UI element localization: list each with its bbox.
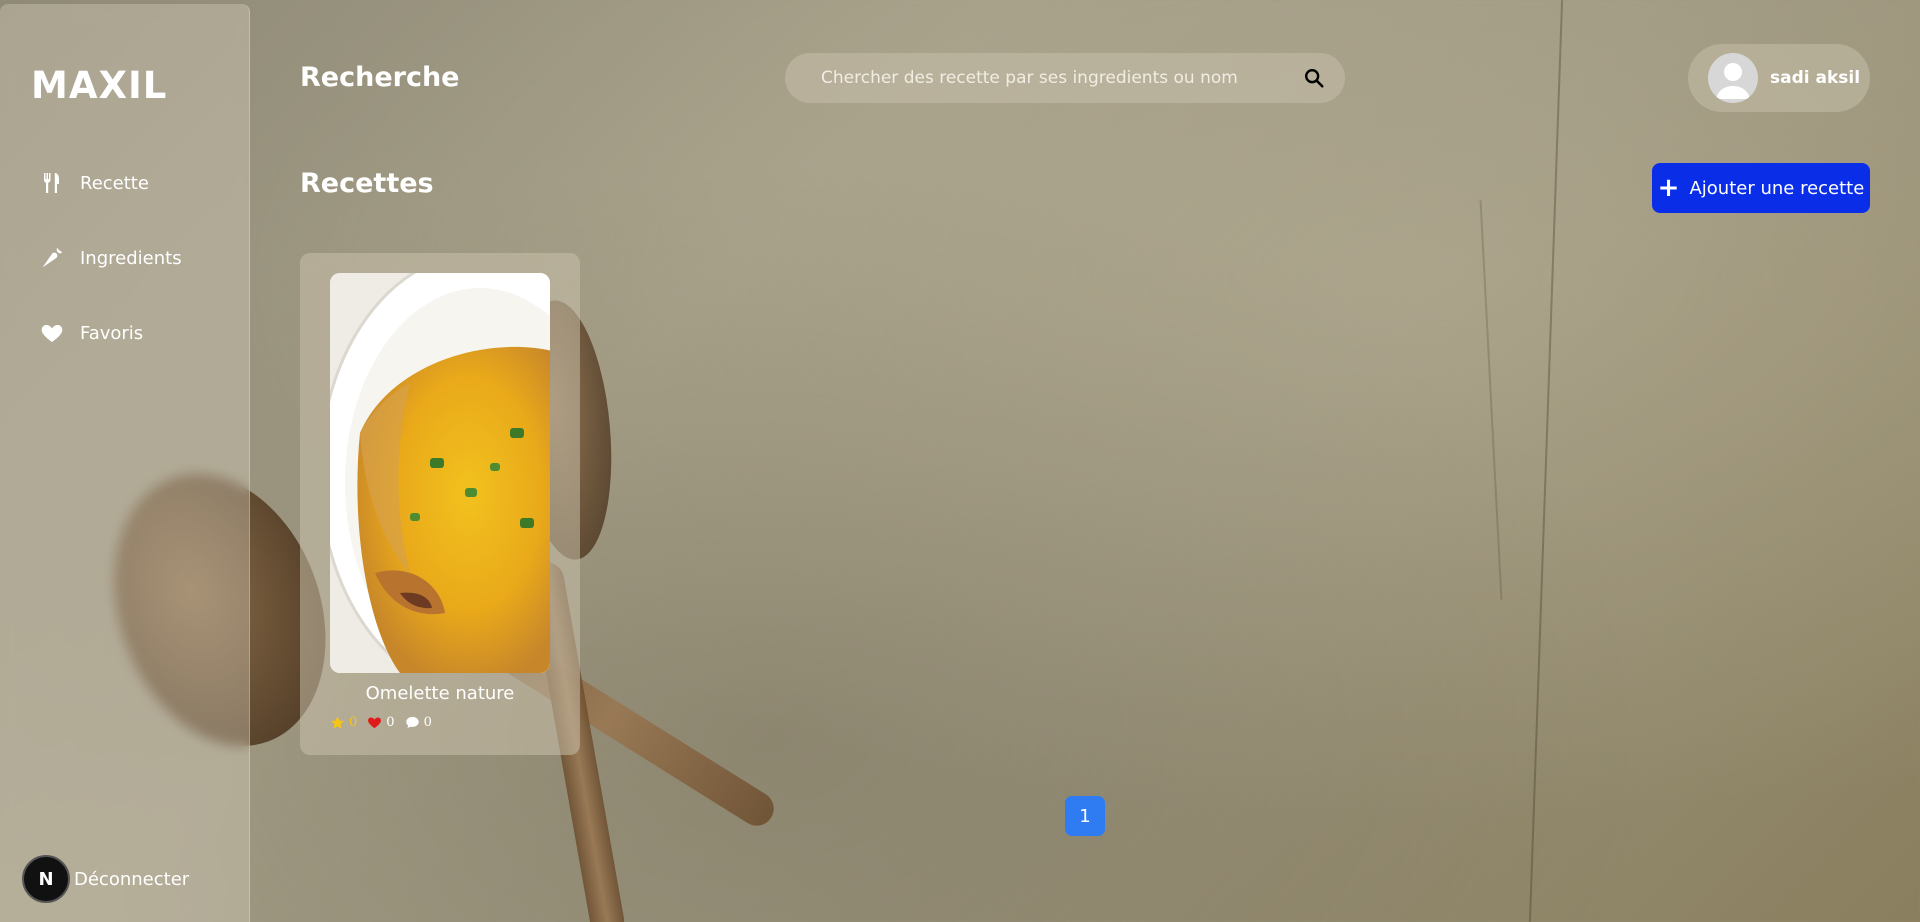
carrot-icon [42, 248, 62, 268]
add-recipe-button[interactable]: + Ajouter une recette [1652, 163, 1870, 213]
heart-icon [368, 717, 382, 729]
pagination-page-1[interactable]: 1 [1065, 796, 1105, 836]
user-menu[interactable]: sadi aksil [1688, 44, 1870, 112]
comments-stat: 0 [405, 715, 432, 730]
omelette-photo [330, 273, 550, 673]
page-title: Recherche [300, 62, 460, 93]
search-icon[interactable] [1303, 67, 1325, 89]
star-icon [330, 716, 345, 729]
sidebar: MAXIL Recette Ingredients Favoris N Déco… [0, 4, 250, 922]
recipe-stats: 0 0 0 [330, 715, 432, 730]
recipe-card[interactable]: Omelette nature 0 0 0 [300, 253, 580, 755]
comment-icon [405, 716, 419, 729]
app-logo[interactable]: MAXIL [31, 64, 167, 107]
search-input[interactable] [821, 68, 1303, 88]
avatar [1708, 53, 1758, 103]
sidebar-item-label: Ingredients [80, 247, 182, 269]
sidebar-item-recette[interactable]: Recette [40, 171, 149, 195]
heart-icon [41, 325, 63, 342]
sidebar-item-label: Recette [80, 172, 149, 194]
sidebar-item-ingredients[interactable]: Ingredients [40, 246, 182, 270]
recipe-title[interactable]: Omelette nature [300, 683, 580, 704]
search-bar [785, 53, 1345, 103]
user-name: sadi aksil [1770, 68, 1861, 88]
user-avatar-icon [1716, 63, 1750, 99]
add-recipe-label: Ajouter une recette [1689, 177, 1865, 199]
utensils-icon [44, 173, 59, 193]
likes-stat: 0 [367, 715, 395, 730]
next-logo-badge[interactable]: N [22, 855, 70, 903]
plus-icon: + [1657, 173, 1680, 203]
logout-label: Déconnecter [74, 868, 190, 890]
section-title: Recettes [300, 168, 434, 199]
logout-button[interactable]: N Déconnecter [22, 855, 189, 903]
rating-stat: 0 [330, 715, 357, 730]
recipe-image[interactable] [330, 273, 550, 673]
sidebar-item-label: Favoris [80, 322, 144, 344]
sidebar-item-favoris[interactable]: Favoris [40, 321, 143, 345]
